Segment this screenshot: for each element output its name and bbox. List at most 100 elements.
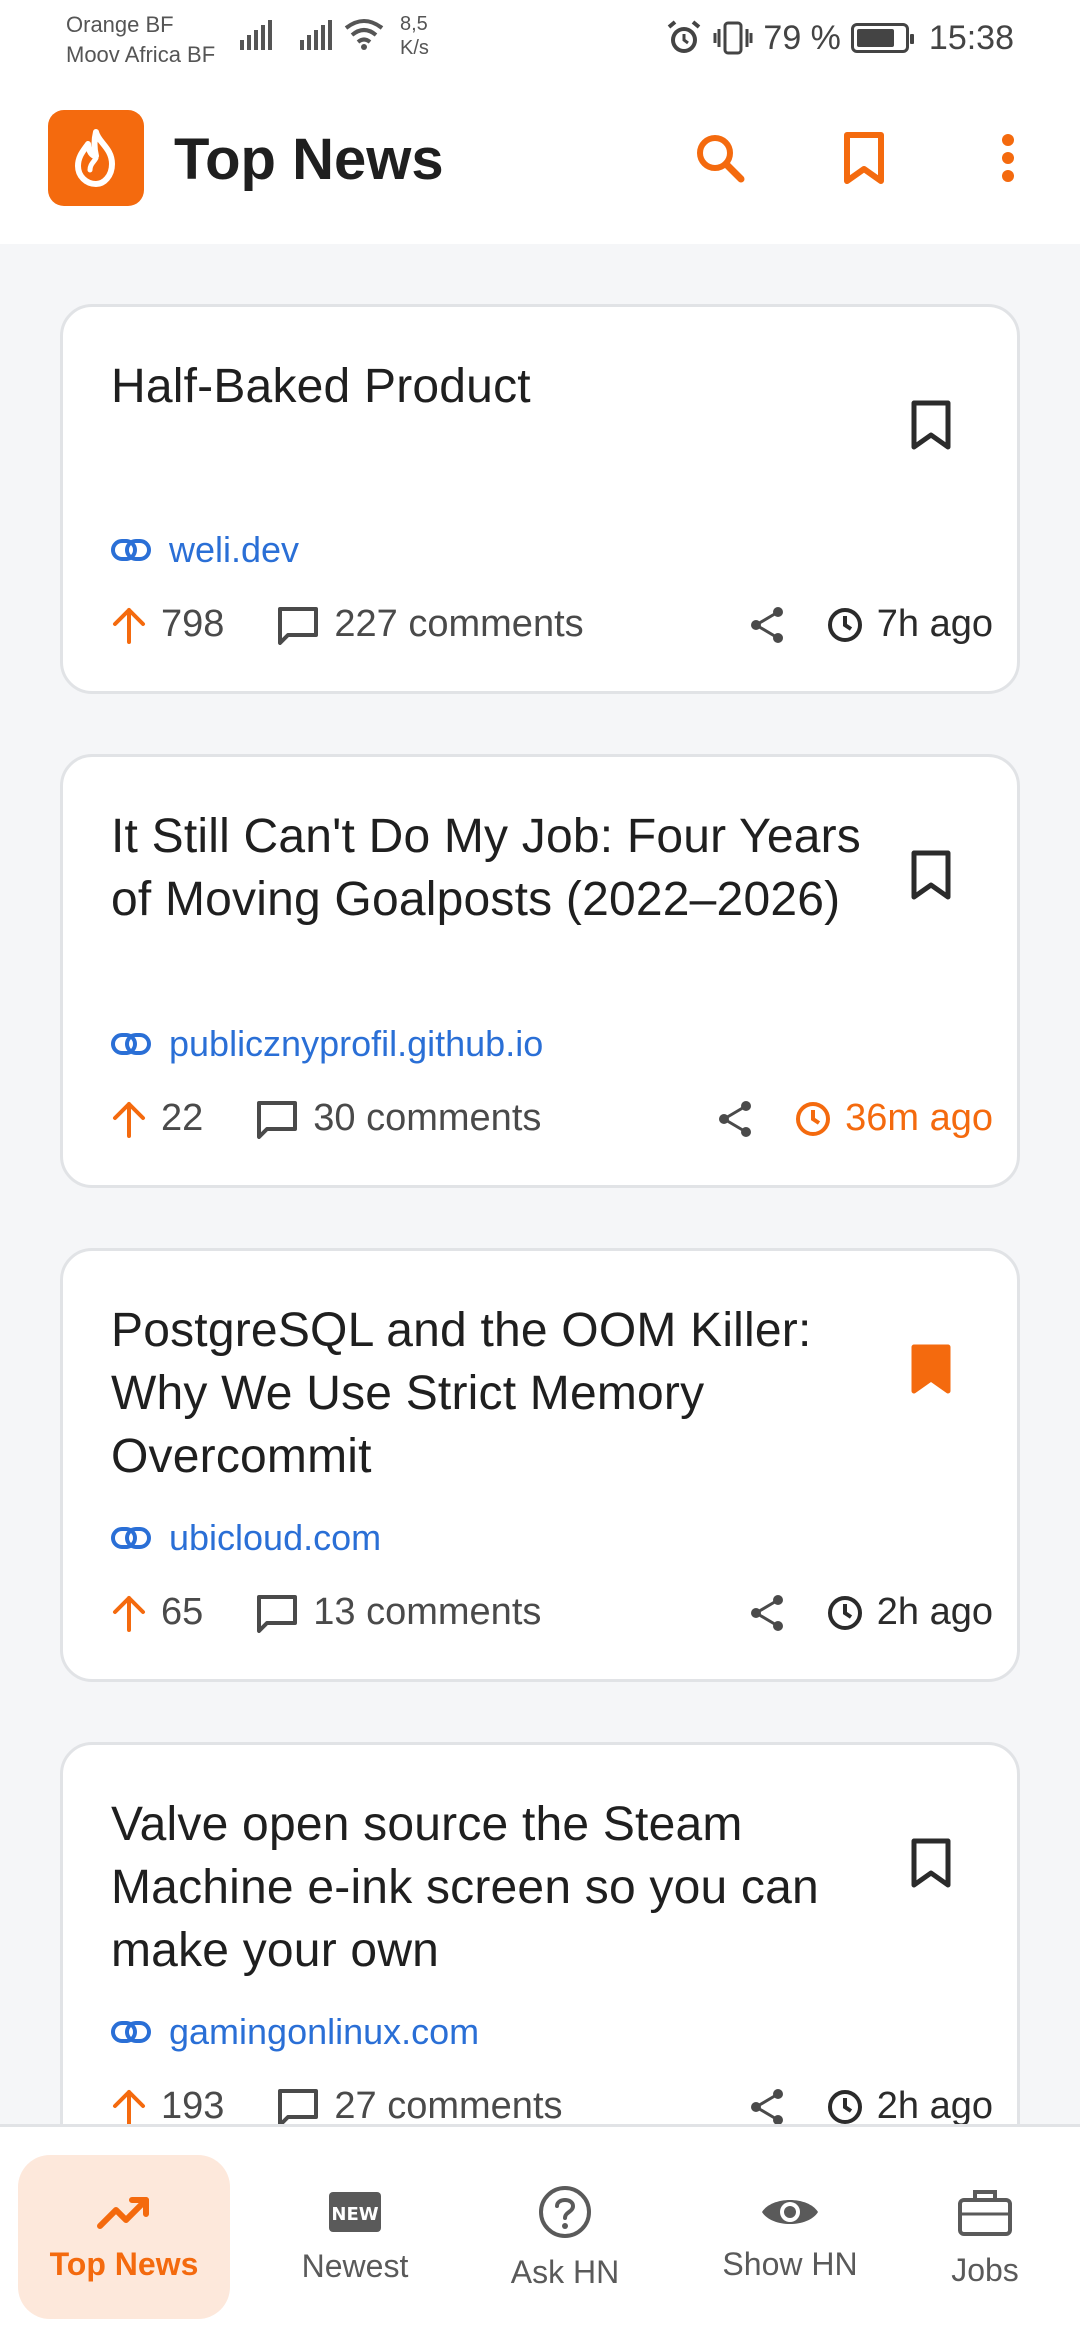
time-group: 2h ago <box>827 1591 993 1634</box>
nav-show-hn[interactable]: Show HN <box>680 2155 900 2319</box>
comments-group[interactable]: 13 comments <box>255 1591 541 1634</box>
story-comments: 13 comments <box>313 1591 542 1633</box>
story-comments: 227 comments <box>334 603 584 645</box>
new-badge-icon: NEW <box>327 2190 383 2234</box>
clock-icon <box>827 607 863 643</box>
nav-top-news[interactable]: Top News <box>18 2155 230 2319</box>
nav-newest[interactable]: NEW Newest <box>250 2155 460 2319</box>
clock-icon <box>827 2089 863 2125</box>
story-points: 798 <box>161 603 225 645</box>
points-group[interactable]: 65 <box>111 1591 203 1634</box>
points-group[interactable]: 193 <box>111 2085 224 2124</box>
share-icon[interactable] <box>747 1593 787 1633</box>
story-title[interactable]: Valve open source the Steam Machine e-in… <box>111 1793 871 1982</box>
upvote-arrow-icon <box>111 2088 147 2124</box>
story-link[interactable]: ubicloud.com <box>111 1517 381 1559</box>
story-comments: 30 comments <box>313 1097 542 1139</box>
story-domain: weli.dev <box>169 529 300 570</box>
comment-icon <box>276 605 320 645</box>
story-title[interactable]: PostgreSQL and the OOM Killer: Why We Us… <box>111 1299 871 1488</box>
signal-1-icon <box>240 20 276 50</box>
app-bar: Top News <box>0 80 1080 244</box>
comment-icon <box>276 2087 320 2124</box>
comments-group[interactable]: 30 comments <box>255 1097 541 1140</box>
comments-group[interactable]: 27 comments <box>276 2085 563 2124</box>
bookmarks-icon[interactable] <box>832 126 896 190</box>
clock-icon <box>795 1101 831 1137</box>
nav-label: Top News <box>49 2245 199 2282</box>
time-group: 7h ago <box>827 603 993 646</box>
story-link[interactable]: weli.dev <box>111 529 299 571</box>
story-time: 7h ago <box>876 603 993 645</box>
story-meta: 798 227 comments 7h ago <box>111 603 993 646</box>
link-icon <box>111 1032 151 1056</box>
link-icon <box>111 538 151 562</box>
upvote-arrow-icon <box>111 1100 147 1138</box>
help-circle-icon <box>537 2184 593 2240</box>
eye-icon <box>760 2192 820 2232</box>
battery-percent: 79 % <box>763 18 841 57</box>
speed-unit: K/s <box>400 37 429 59</box>
story-domain: gamingonlinux.com <box>169 2011 480 2052</box>
comment-icon <box>255 1593 299 1633</box>
points-group[interactable]: 798 <box>111 603 224 646</box>
share-icon[interactable] <box>747 605 787 645</box>
story-card[interactable]: It Still Can't Do My Job: Four Years of … <box>60 754 1020 1188</box>
wifi-icon <box>344 18 384 50</box>
speed-value: 8,5 <box>400 13 428 35</box>
story-link[interactable]: gamingonlinux.com <box>111 2011 479 2053</box>
story-points: 65 <box>161 1591 204 1633</box>
nav-label: Jobs <box>951 2251 1019 2288</box>
story-card[interactable]: Half-Baked Product weli.dev 798 227 comm… <box>60 304 1020 694</box>
story-title[interactable]: It Still Can't Do My Job: Four Years of … <box>111 805 871 931</box>
page-title: Top News <box>174 127 444 192</box>
bookmark-icon[interactable] <box>909 1837 961 1897</box>
alarm-icon <box>665 19 703 57</box>
story-domain: publicznyprofil.github.io <box>169 1023 544 1064</box>
time-group: 36m ago <box>795 1097 993 1140</box>
story-time: 2h ago <box>876 1591 993 1633</box>
story-meta: 22 30 comments 36m ago <box>111 1097 993 1140</box>
signal-2-icon <box>300 20 336 50</box>
comments-group[interactable]: 227 comments <box>276 603 584 646</box>
carrier-info: Orange BF Moov Africa BF <box>66 10 215 70</box>
status-right: 79 % 15:38 <box>665 16 1014 60</box>
link-icon <box>111 2020 151 2044</box>
nav-label: Show HN <box>722 2245 858 2282</box>
status-bar: Orange BF Moov Africa BF 8,5 K/s 79 % 15… <box>0 0 1080 80</box>
trending-up-icon <box>96 2192 152 2232</box>
story-link[interactable]: publicznyprofil.github.io <box>111 1023 543 1065</box>
story-meta: 65 13 comments 2h ago <box>111 1591 993 1634</box>
nav-ask-hn[interactable]: Ask HN <box>460 2155 670 2319</box>
story-points: 193 <box>161 2085 225 2124</box>
flame-icon <box>48 110 144 206</box>
bookmark-icon[interactable] <box>909 849 961 909</box>
bookmark-icon[interactable] <box>909 399 961 459</box>
share-icon[interactable] <box>747 2087 787 2124</box>
story-title[interactable]: Half-Baked Product <box>111 355 871 418</box>
comment-icon <box>255 1099 299 1139</box>
story-feed[interactable]: Half-Baked Product weli.dev 798 227 comm… <box>0 244 1080 2124</box>
bookmark-filled-icon[interactable] <box>909 1343 961 1403</box>
new-badge-text: NEW <box>331 2204 378 2225</box>
more-vert-icon[interactable] <box>976 126 1040 190</box>
vibrate-icon <box>713 19 753 57</box>
bottom-navigation: Top News NEW Newest Ask HN Show HN Jobs <box>0 2124 1080 2340</box>
nav-label: Newest <box>301 2247 409 2284</box>
time-group: 2h ago <box>827 2085 993 2124</box>
share-icon[interactable] <box>715 1099 755 1139</box>
story-meta: 193 27 comments 2h ago <box>111 2085 993 2124</box>
nav-jobs[interactable]: Jobs <box>900 2155 1070 2319</box>
story-points: 22 <box>161 1097 204 1139</box>
story-card[interactable]: Valve open source the Steam Machine e-in… <box>60 1742 1020 2124</box>
clock-icon <box>827 1595 863 1631</box>
story-card[interactable]: PostgreSQL and the OOM Killer: Why We Us… <box>60 1248 1020 1682</box>
network-speed: 8,5 K/s <box>400 12 429 60</box>
battery-icon <box>850 23 914 53</box>
story-comments: 27 comments <box>334 2085 563 2124</box>
points-group[interactable]: 22 <box>111 1097 203 1140</box>
search-icon[interactable] <box>688 126 752 190</box>
carrier-1: Orange BF <box>66 12 174 37</box>
story-time: 36m ago <box>845 1097 993 1139</box>
upvote-arrow-icon <box>111 1594 147 1632</box>
